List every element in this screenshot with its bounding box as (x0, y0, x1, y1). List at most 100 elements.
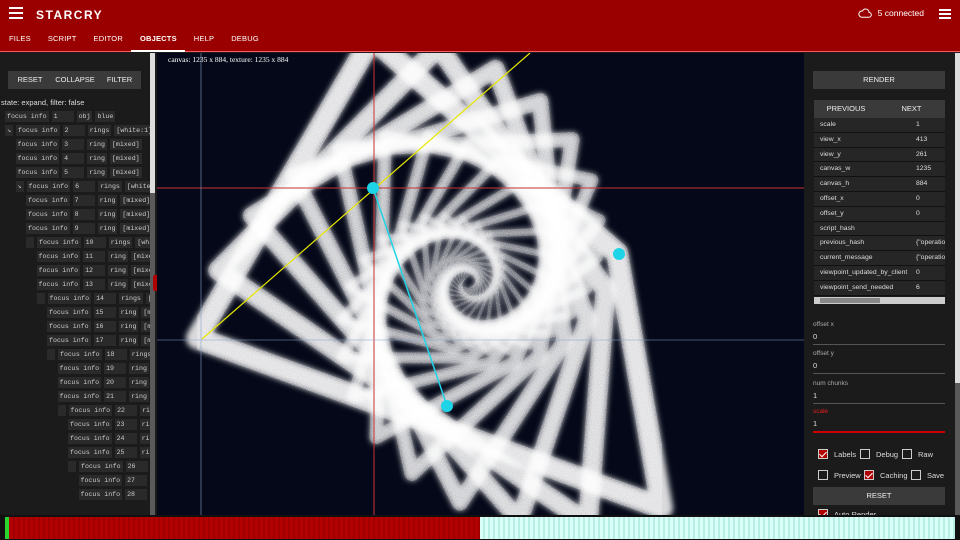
save-check-icon[interactable] (911, 470, 921, 480)
field-input[interactable]: 0 (813, 361, 945, 374)
focus-button[interactable]: focus info (58, 349, 102, 360)
tree-row[interactable]: ↘ focus info 2 rings [white:1] (5, 125, 155, 136)
save-checkbox[interactable]: Save (911, 470, 944, 480)
left-scrollbar-thumb[interactable] (150, 53, 155, 193)
focus-button[interactable]: focus info (26, 209, 70, 220)
tree-row[interactable]: focus info18rings[white (47, 349, 155, 360)
filter-button[interactable]: FILTER (98, 71, 141, 89)
field-input[interactable]: 1 (813, 419, 945, 433)
tree-row[interactable]: focus info17ring[mixed] (47, 335, 155, 346)
tree-row[interactable]: focus info 1 obj blue (5, 111, 116, 122)
focus-button[interactable]: focus info (79, 461, 123, 472)
focus-button[interactable]: focus info (68, 433, 112, 444)
tree-row[interactable]: focus info26rings (68, 461, 155, 472)
tab-script[interactable]: SCRIPT (39, 30, 85, 52)
field-scale[interactable]: scale 1 (813, 408, 945, 433)
focus-button[interactable]: focus info (78, 475, 123, 486)
focus-button[interactable]: focus info (78, 489, 123, 500)
labels-check-icon[interactable] (818, 449, 828, 459)
focus-button[interactable]: focus info (15, 153, 60, 164)
focus-button[interactable]: focus info (68, 447, 112, 458)
tree-row[interactable]: focus info 4 ring [mixed] (15, 153, 142, 164)
viewpoint-handle-right[interactable] (613, 248, 625, 260)
tab-editor[interactable]: EDITOR (85, 30, 131, 52)
tree-row[interactable]: focus info19ring[mixed] (57, 363, 155, 374)
tree-row[interactable]: focus info23ring[mixed (68, 419, 155, 430)
focus-button[interactable]: focus info (68, 419, 112, 430)
focus-button[interactable]: focus info (26, 223, 70, 234)
tree-row[interactable]: focus info10rings[white:1] (26, 237, 155, 248)
tree-row[interactable]: focus info20ring[mixed] (57, 377, 155, 388)
tree-row[interactable]: focus info11ring[mixed] (36, 251, 155, 262)
preview-check-icon[interactable] (818, 470, 828, 480)
render-canvas[interactable] (157, 53, 804, 515)
tree-row[interactable]: focus info 5 ring [mixed] (15, 167, 142, 178)
viewpoint-handle-top[interactable] (367, 182, 379, 194)
reset-view-button[interactable]: RESET (813, 487, 945, 505)
tree-row[interactable]: focus info14rings[white:1] (36, 293, 155, 304)
tree-row[interactable]: focus info27ring[m (78, 475, 155, 486)
caching-checkbox[interactable]: Caching (864, 470, 908, 480)
debug-checkbox[interactable]: Debug (860, 449, 898, 459)
focus-button[interactable]: focus info (15, 167, 60, 178)
tab-files[interactable]: FILES (0, 30, 39, 52)
tab-debug[interactable]: DEBUG (222, 30, 267, 52)
expand-toggle[interactable]: ↘ (5, 125, 13, 136)
expand-toggle[interactable] (26, 237, 34, 248)
field-input[interactable]: 0 (813, 332, 945, 345)
focus-button[interactable]: focus info (15, 139, 60, 150)
tree-row[interactable]: focus info16ring[mixed] (47, 321, 155, 332)
focus-button[interactable]: focus info (36, 251, 81, 262)
preview-checkbox[interactable]: Preview (818, 470, 861, 480)
tree-row[interactable]: focus info22rings[wh (57, 405, 155, 416)
tree-row[interactable]: focus info28ring[m (78, 489, 155, 500)
hamburger-menu-icon[interactable] (9, 7, 23, 19)
focus-button[interactable]: focus info (57, 391, 102, 402)
tree-row[interactable]: focus info24ring[mixed (68, 433, 155, 444)
focus-button[interactable]: focus info (57, 377, 102, 388)
reset-button[interactable]: RESET (8, 71, 52, 89)
tree-row[interactable]: focus info12ring[mixed] (36, 265, 155, 276)
tree-row[interactable]: ↘focus info6rings[white:1] (15, 181, 155, 192)
expand-toggle[interactable]: ↘ (15, 181, 24, 192)
focus-button[interactable]: focus info (36, 265, 81, 276)
focus-button[interactable]: focus info (36, 279, 81, 290)
field-input[interactable]: 1 (813, 391, 945, 404)
tab-help[interactable]: HELP (185, 30, 222, 52)
tree-row[interactable]: focus info21ring[mixed] (57, 391, 155, 402)
focus-button[interactable]: focus info (37, 237, 81, 248)
tree-row[interactable]: focus info 9 ring [mixed] (26, 223, 153, 234)
tree-row[interactable]: focus info13ring[mixed] (36, 279, 155, 290)
tree-row[interactable]: focus info 8 ring [mixed] (26, 209, 153, 220)
render-button[interactable]: RENDER (813, 71, 945, 89)
expand-toggle[interactable] (36, 293, 45, 304)
next-button[interactable]: NEXT (878, 100, 945, 118)
labels-checkbox[interactable]: Labels (818, 449, 856, 459)
field-offset-x[interactable]: offset x 0 (813, 321, 945, 345)
collapse-button[interactable]: COLLAPSE (52, 71, 98, 89)
viewpoint-handle-bottom[interactable] (441, 400, 453, 412)
focus-button[interactable]: focus info (47, 293, 92, 304)
focus-button[interactable]: focus info (5, 111, 49, 122)
render-viewport[interactable]: canvas: 1235 x 884, texture: 1235 x 884 (157, 53, 804, 515)
focus-button[interactable]: focus info (26, 195, 70, 206)
tree-row[interactable]: focus info 7 ring [mixed] (26, 195, 153, 206)
focus-button[interactable]: focus info (16, 125, 60, 136)
focus-button[interactable]: focus info (68, 405, 113, 416)
props-scrollbar-thumb[interactable] (820, 298, 880, 303)
previous-button[interactable]: PREVIOUS (814, 100, 878, 118)
tree-row[interactable]: focus info25ring[mixe (68, 447, 155, 458)
caching-check-icon[interactable] (864, 470, 874, 480)
focus-button[interactable]: focus info (26, 181, 71, 192)
raw-checkbox[interactable]: Raw (902, 449, 933, 459)
expand-toggle[interactable] (47, 349, 55, 360)
right-scrollbar-thumb[interactable] (955, 53, 960, 383)
focus-button[interactable]: focus info (47, 335, 91, 346)
expand-toggle[interactable] (68, 461, 76, 472)
focus-button[interactable]: focus info (47, 307, 91, 318)
focus-button[interactable]: focus info (57, 363, 102, 374)
tree-row[interactable]: focus info15ring[mixed] (47, 307, 155, 318)
field-offset-y[interactable]: offset y 0 (813, 350, 945, 374)
raw-check-icon[interactable] (902, 449, 912, 459)
expand-toggle[interactable] (57, 405, 66, 416)
